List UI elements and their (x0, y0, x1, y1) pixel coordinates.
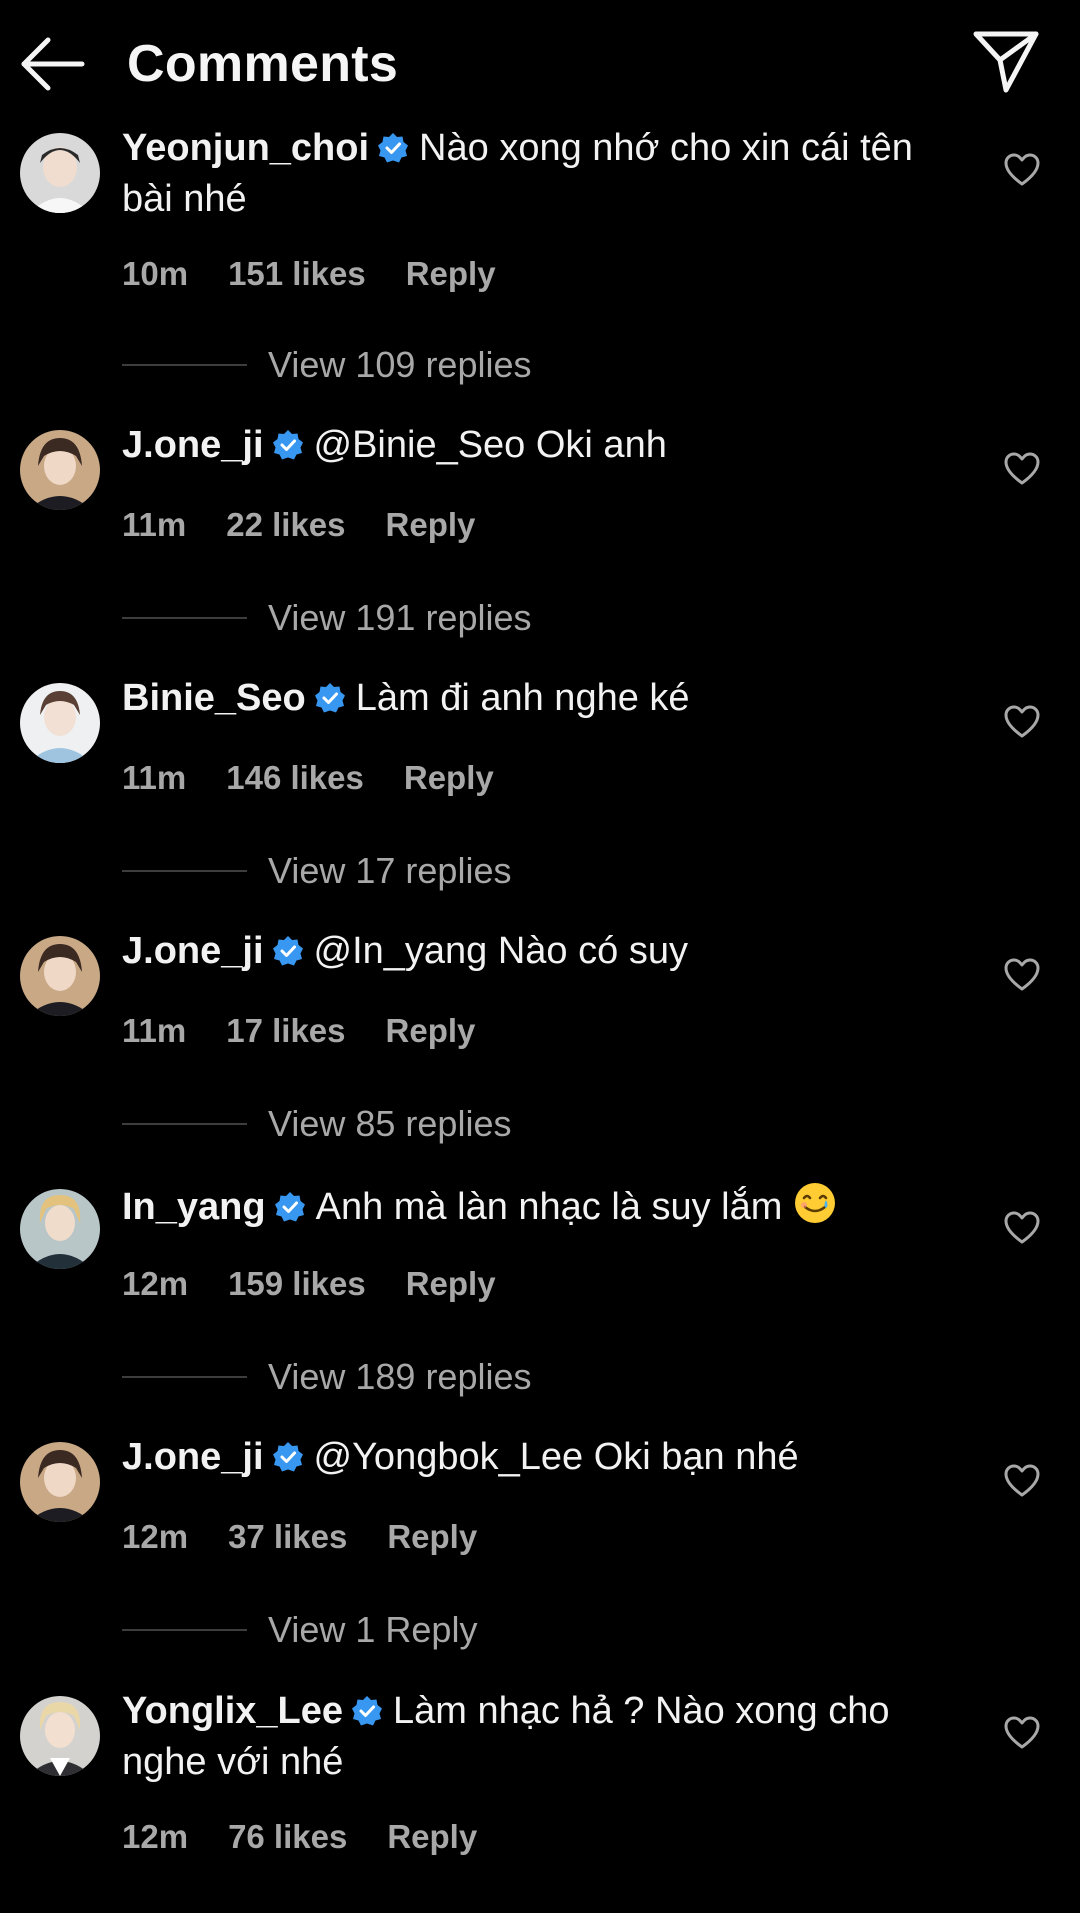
comment-text: @Yongbok_Lee Oki bạn nhé (313, 1436, 799, 1478)
comment-time: 12m (122, 1818, 189, 1855)
heart-icon[interactable] (1004, 1211, 1040, 1245)
comment-meta: 11m 22 likes Reply (122, 506, 515, 544)
comment-text: @In_yang Nào có suy (313, 930, 688, 972)
comment-username[interactable]: In_yang (122, 1186, 266, 1228)
reply-button[interactable]: Reply (406, 255, 496, 292)
heart-icon[interactable] (1004, 452, 1040, 486)
view-replies-label: View 191 replies (268, 597, 532, 638)
comment-meta: 12m 76 likes Reply (122, 1818, 517, 1856)
verified-badge-icon (351, 1692, 383, 1739)
reply-button[interactable]: Reply (404, 759, 494, 796)
comment-text: @Binie_Seo Oki anh (313, 424, 667, 466)
view-replies-label: View 17 replies (268, 850, 512, 891)
verified-badge-icon (314, 679, 346, 726)
comment-likes[interactable]: 37 likes (228, 1518, 347, 1555)
comment-username[interactable]: Yonglix_Lee (122, 1690, 343, 1732)
view-replies-button[interactable]: View 1 Reply (122, 1609, 722, 1650)
comment-likes[interactable]: 17 likes (226, 1012, 345, 1049)
comment-username[interactable]: Binie_Seo (122, 677, 306, 719)
comment-meta: 10m 151 likes Reply (122, 255, 536, 293)
comment-item: In_yang Anh mà làn nhạc là suy lắm 12m 159… (0, 1183, 1080, 1309)
avatar[interactable] (20, 430, 100, 510)
divider-line (122, 617, 247, 619)
reply-button[interactable]: Reply (406, 1265, 496, 1302)
view-replies-button[interactable]: View 191 replies (122, 597, 722, 638)
comment-text: Làm đi anh nghe ké (355, 677, 690, 719)
avatar[interactable] (20, 1189, 100, 1269)
reply-button[interactable]: Reply (387, 1818, 477, 1855)
heart-icon[interactable] (1004, 153, 1040, 187)
divider-line (122, 1376, 247, 1378)
comment-time: 11m (122, 759, 187, 796)
comment-username[interactable]: J.one_ji (122, 424, 264, 466)
comment-item: J.one_ji @Yongbok_Lee Oki bạn nhé 12m 37 l… (0, 1436, 1080, 1562)
heart-icon[interactable] (1004, 958, 1040, 992)
comment-likes[interactable]: 146 likes (226, 759, 364, 796)
send-icon[interactable] (972, 28, 1040, 94)
divider-line (122, 364, 247, 366)
verified-badge-icon (272, 426, 304, 473)
heart-icon[interactable] (1004, 705, 1040, 739)
view-replies-button[interactable]: View 109 replies (122, 344, 722, 385)
heart-icon[interactable] (1004, 1716, 1040, 1750)
view-replies-button[interactable]: View 85 replies (122, 1103, 722, 1144)
comment-body: J.one_ji @Binie_Seo Oki anh (122, 422, 952, 473)
comment-meta: 12m 159 likes Reply (122, 1265, 536, 1303)
comment-meta: 11m 17 likes Reply (122, 1012, 515, 1050)
view-replies-label: View 189 replies (268, 1356, 532, 1397)
verified-badge-icon (274, 1188, 306, 1235)
comment-item: J.one_ji @Binie_Seo Oki anh 11m 22 likes Re… (0, 424, 1080, 550)
avatar[interactable] (20, 936, 100, 1016)
comment-text: Anh mà làn nhạc là suy lắm (315, 1186, 783, 1228)
avatar[interactable] (20, 133, 100, 213)
comment-item: Yonglix_Lee Làm nhạc hả ? Nào xong cho ng… (0, 1690, 1080, 1866)
comment-username[interactable]: Yeonjun_choi (122, 127, 369, 169)
comment-likes[interactable]: 159 likes (228, 1265, 366, 1302)
header-bar: Comments (0, 0, 1080, 128)
comment-item: Binie_Seo Làm đi anh nghe ké 11m 146 likes… (0, 677, 1080, 803)
comment-body: J.one_ji @In_yang Nào có suy (122, 928, 952, 979)
reply-button[interactable]: Reply (386, 506, 476, 543)
verified-badge-icon (272, 1438, 304, 1485)
comment-body: Binie_Seo Làm đi anh nghe ké (122, 675, 952, 726)
comment-body: Yeonjun_choi Nào xong nhớ cho xin cái tên… (122, 125, 952, 223)
view-replies-label: View 109 replies (268, 344, 532, 385)
comment-likes[interactable]: 22 likes (226, 506, 345, 543)
reply-button[interactable]: Reply (387, 1518, 477, 1555)
comment-body: In_yang Anh mà làn nhạc là suy lắm (122, 1181, 952, 1237)
comment-time: 10m (122, 255, 189, 292)
comment-body: Yonglix_Lee Làm nhạc hả ? Nào xong cho ng… (122, 1688, 952, 1786)
comment-meta: 11m 146 likes Reply (122, 759, 534, 797)
reply-button[interactable]: Reply (386, 1012, 476, 1049)
avatar[interactable] (20, 1696, 100, 1776)
comment-username[interactable]: J.one_ji (122, 930, 264, 972)
comment-time: 11m (122, 506, 187, 543)
smiling-face-with-tear-icon (793, 1181, 837, 1237)
avatar[interactable] (20, 1442, 100, 1522)
comment-item: J.one_ji @In_yang Nào có suy 11m 17 likes R… (0, 930, 1080, 1056)
avatar[interactable] (20, 683, 100, 763)
comment-likes[interactable]: 151 likes (228, 255, 366, 292)
view-replies-label: View 85 replies (268, 1103, 512, 1144)
comment-meta: 12m 37 likes Reply (122, 1518, 517, 1556)
comment-time: 12m (122, 1518, 189, 1555)
comment-body: J.one_ji @Yongbok_Lee Oki bạn nhé (122, 1434, 952, 1485)
view-replies-button[interactable]: View 189 replies (122, 1356, 722, 1397)
back-arrow-icon[interactable] (18, 30, 86, 98)
comment-time: 12m (122, 1265, 189, 1302)
divider-line (122, 870, 247, 872)
view-replies-label: View 1 Reply (268, 1609, 478, 1650)
page-title: Comments (127, 35, 399, 93)
divider-line (122, 1629, 247, 1631)
view-replies-button[interactable]: View 17 replies (122, 850, 722, 891)
comment-likes[interactable]: 76 likes (228, 1818, 347, 1855)
comment-time: 11m (122, 1012, 187, 1049)
heart-icon[interactable] (1004, 1464, 1040, 1498)
verified-badge-icon (377, 129, 409, 176)
comment-username[interactable]: J.one_ji (122, 1436, 264, 1478)
comment-item: Yeonjun_choi Nào xong nhớ cho xin cái tên… (0, 127, 1080, 303)
divider-line (122, 1123, 247, 1125)
verified-badge-icon (272, 932, 304, 979)
